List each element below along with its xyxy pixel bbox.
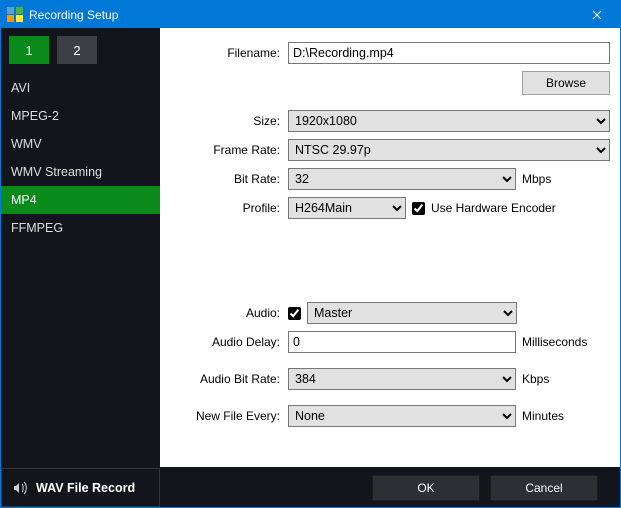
- format-wmv[interactable]: WMV: [1, 130, 160, 158]
- audio-checkbox[interactable]: [288, 307, 301, 320]
- bitrate-label: Bit Rate:: [160, 172, 288, 186]
- filename-input[interactable]: [288, 42, 610, 64]
- titlebar: Recording Setup: [1, 1, 620, 28]
- channel-tab-1[interactable]: 1: [9, 36, 49, 64]
- audio-label: Audio:: [160, 306, 288, 320]
- format-list: AVI MPEG-2 WMV WMV Streaming MP4 FFMPEG: [1, 74, 160, 467]
- browse-button[interactable]: Browse: [522, 71, 610, 95]
- audiobitrate-select[interactable]: 384: [288, 368, 516, 390]
- format-mpeg2[interactable]: MPEG-2: [1, 102, 160, 130]
- close-button[interactable]: [574, 1, 620, 28]
- audiodelay-input[interactable]: [288, 331, 516, 353]
- ok-button[interactable]: OK: [372, 475, 480, 501]
- bitrate-select[interactable]: 32: [288, 168, 516, 190]
- audiobitrate-label: Audio Bit Rate:: [160, 372, 288, 386]
- wav-file-record-button[interactable]: WAV File Record: [1, 468, 160, 507]
- channel-tabs: 1 2: [1, 32, 160, 74]
- format-ffmpeg[interactable]: FFMPEG: [1, 214, 160, 242]
- newfile-select[interactable]: None: [288, 405, 516, 427]
- footer: WAV File Record OK Cancel: [1, 467, 620, 507]
- close-icon: [592, 10, 602, 20]
- settings-panel: Filename: Browse Size: 1920x1080: [160, 28, 620, 467]
- cancel-button[interactable]: Cancel: [490, 475, 598, 501]
- wav-file-record-label: WAV File Record: [36, 481, 135, 495]
- framerate-label: Frame Rate:: [160, 143, 288, 157]
- size-select[interactable]: 1920x1080: [288, 110, 610, 132]
- speaker-icon: [12, 480, 28, 496]
- footer-buttons: OK Cancel: [160, 468, 620, 507]
- sidebar: 1 2 AVI MPEG-2 WMV WMV Streaming MP4 FFM…: [1, 28, 160, 467]
- size-label: Size:: [160, 114, 288, 128]
- newfile-label: New File Every:: [160, 409, 288, 423]
- window-title: Recording Setup: [29, 8, 574, 22]
- audiobitrate-unit: Kbps: [522, 372, 598, 386]
- audiodelay-label: Audio Delay:: [160, 335, 288, 349]
- hw-encoder-checkbox[interactable]: [412, 202, 425, 215]
- audio-source-select[interactable]: Master: [307, 302, 517, 324]
- app-icon: [7, 7, 23, 23]
- hw-encoder-label: Use Hardware Encoder: [431, 201, 556, 215]
- audiodelay-unit: Milliseconds: [522, 335, 598, 349]
- channel-tab-2[interactable]: 2: [57, 36, 97, 64]
- format-mp4[interactable]: MP4: [1, 186, 160, 214]
- newfile-unit: Minutes: [522, 409, 598, 423]
- profile-select[interactable]: H264Main: [288, 197, 406, 219]
- window: Recording Setup 1 2 AVI MPEG-2 WMV WMV S…: [0, 0, 621, 508]
- bitrate-unit: Mbps: [522, 172, 598, 186]
- profile-label: Profile:: [160, 201, 288, 215]
- format-avi[interactable]: AVI: [1, 74, 160, 102]
- format-wmv-streaming[interactable]: WMV Streaming: [1, 158, 160, 186]
- filename-label: Filename:: [160, 46, 288, 60]
- framerate-select[interactable]: NTSC 29.97p: [288, 139, 610, 161]
- body: 1 2 AVI MPEG-2 WMV WMV Streaming MP4 FFM…: [1, 28, 620, 467]
